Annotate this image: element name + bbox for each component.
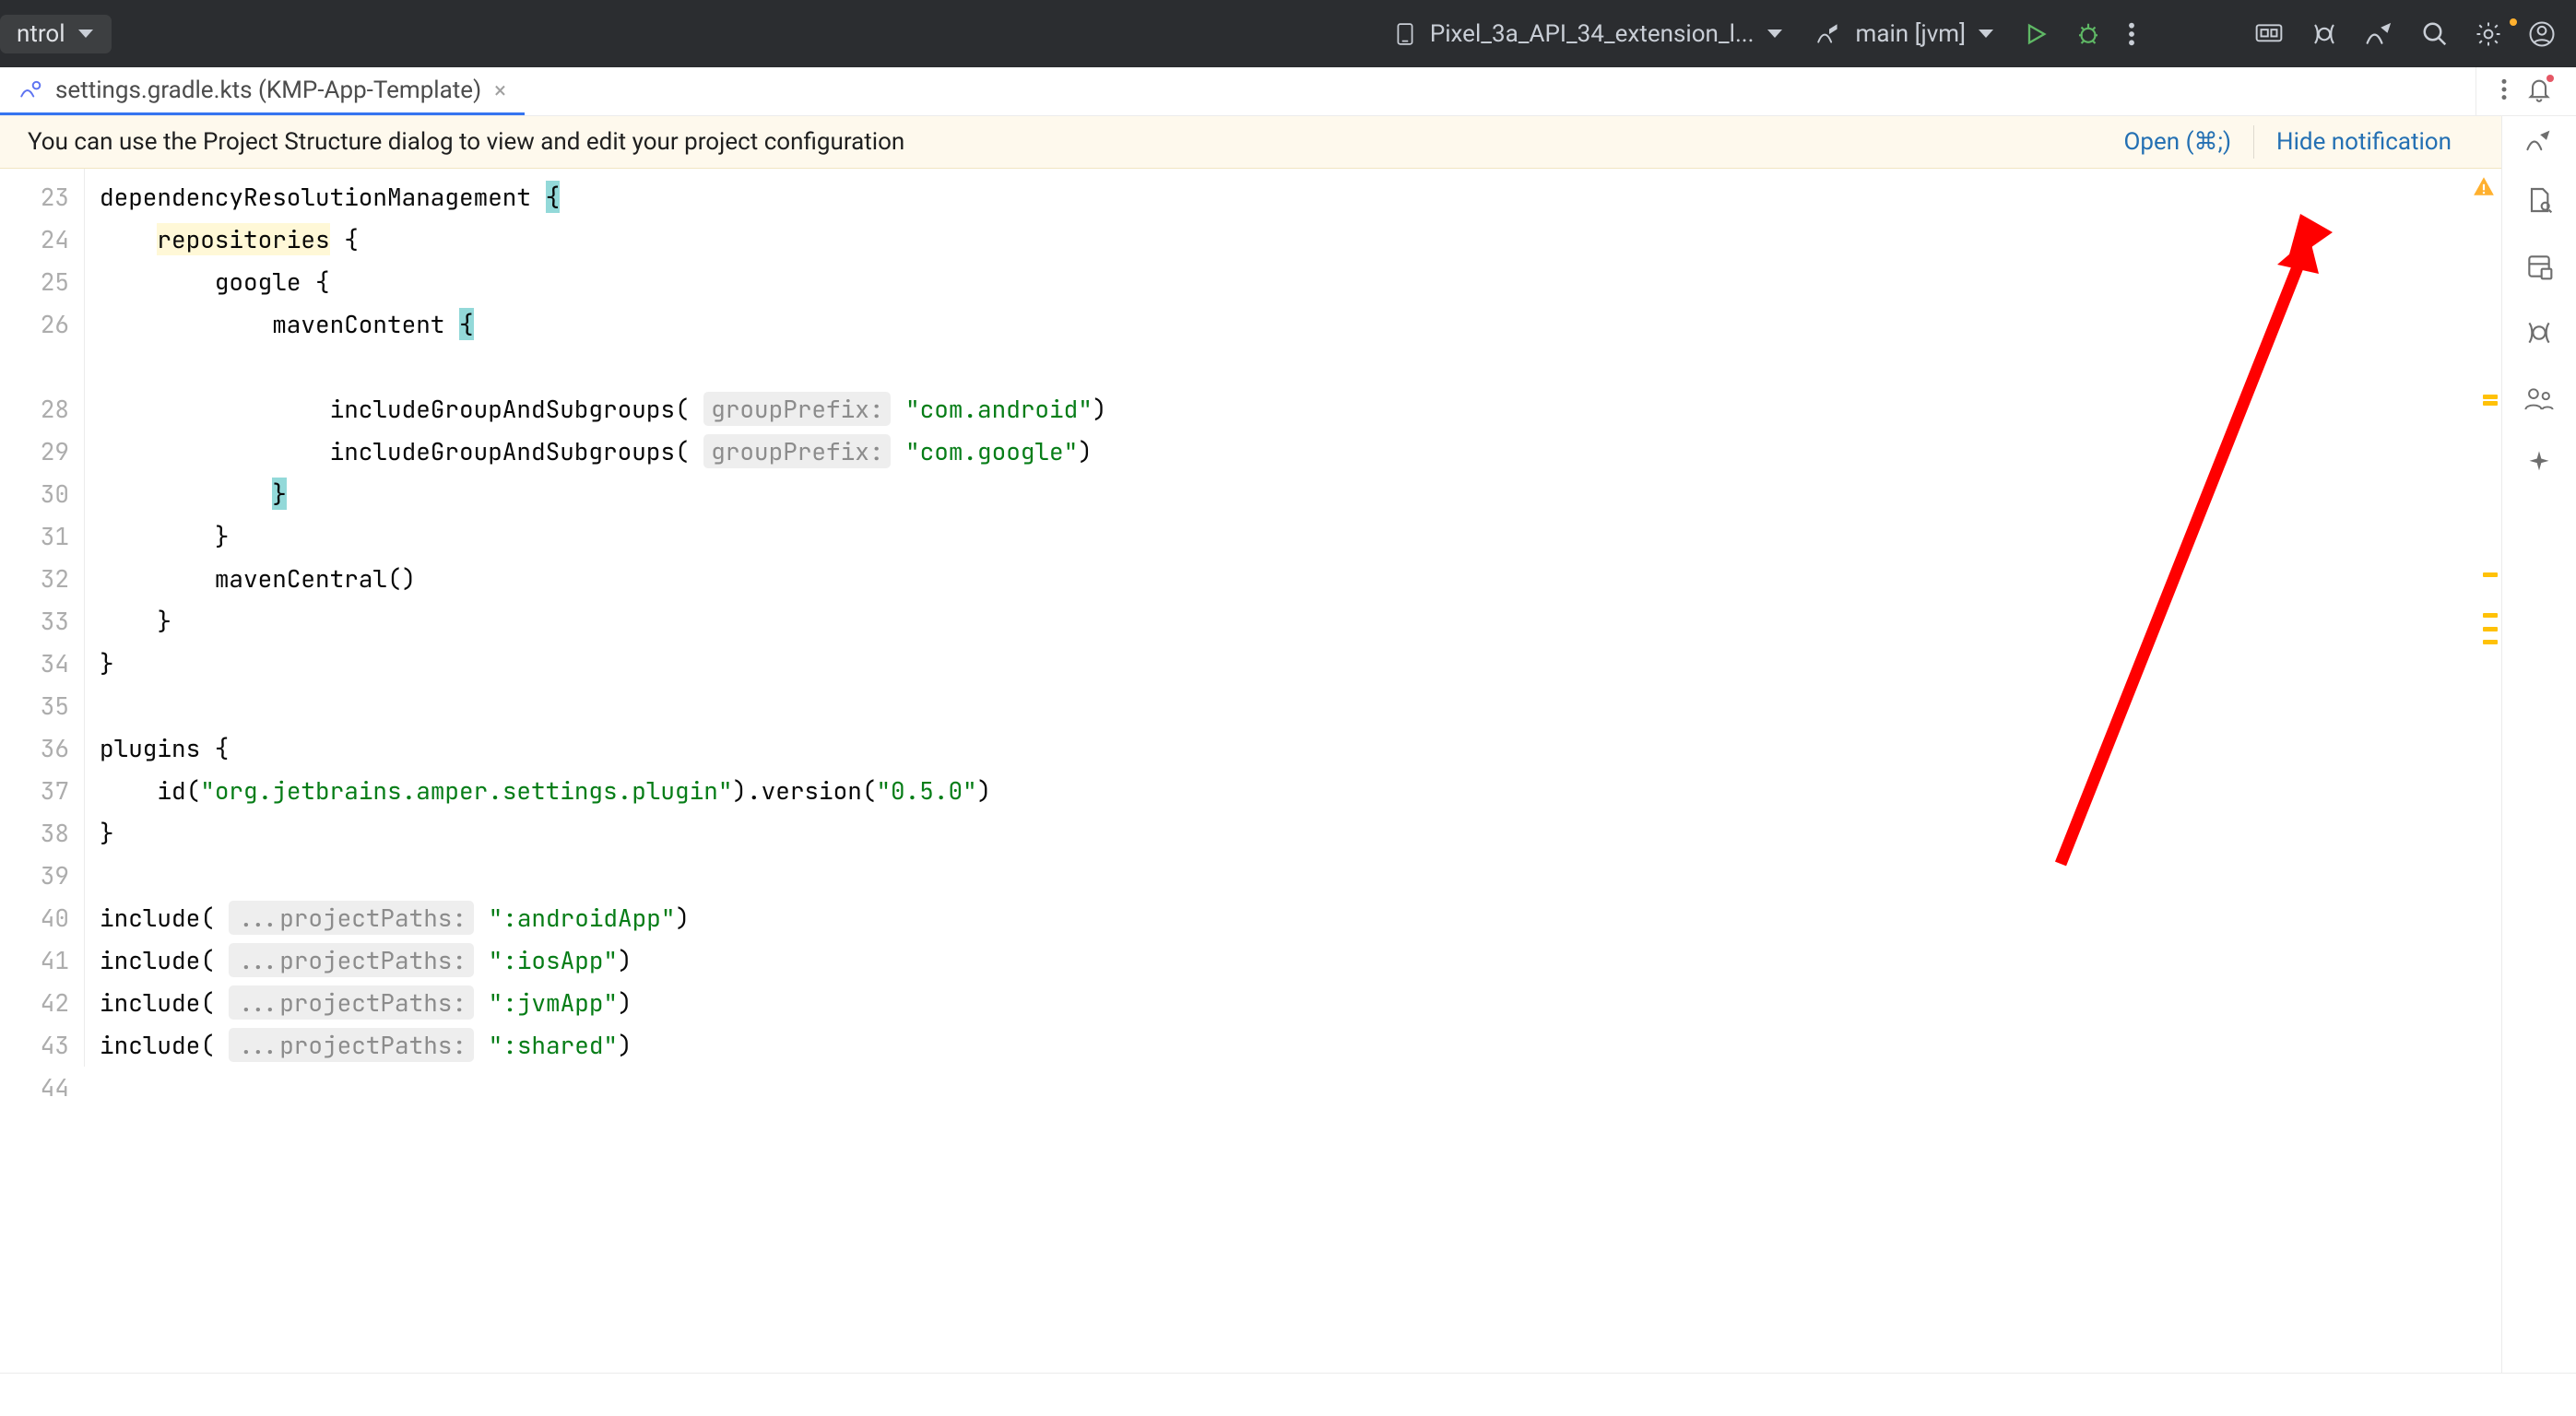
account-button[interactable] <box>2515 20 2576 48</box>
user-icon <box>2528 20 2556 48</box>
code-content: dependencyResolutionManagement { reposit… <box>85 169 2501 1067</box>
debug-tool-icon <box>2524 318 2554 348</box>
right-tool-structure[interactable] <box>2524 252 2554 285</box>
error-stripe[interactable] <box>2477 169 2501 1067</box>
right-tool-column <box>2501 169 2576 1373</box>
project-structure-notification: You can use the Project Structure dialog… <box>0 116 2501 169</box>
right-tool-assistant[interactable] <box>2524 128 2554 158</box>
chevron-down-icon <box>1767 30 1782 38</box>
tab-more-button[interactable] <box>2500 77 2508 105</box>
bug-icon <box>2074 20 2102 48</box>
code-with-me-button[interactable] <box>2240 20 2298 48</box>
device-selector[interactable]: Pixel_3a_API_34_extension_l... <box>1377 20 1799 48</box>
version-control-button[interactable]: ntrol <box>0 15 112 53</box>
open-project-structure-link[interactable]: Open (⌘;) <box>2102 128 2254 156</box>
run-button[interactable] <box>2010 21 2062 47</box>
run-config-selector[interactable]: main [jvm] <box>1799 20 2010 48</box>
debug-button[interactable] <box>2062 20 2115 48</box>
more-vert-icon <box>2128 21 2135 47</box>
more-vert-icon <box>2500 77 2508 101</box>
right-tool-collab[interactable] <box>2523 384 2555 416</box>
chevron-down-icon <box>78 30 93 38</box>
notifications-button[interactable] <box>2526 77 2552 106</box>
vc-label: ntrol <box>17 20 65 48</box>
notification-message: You can use the Project Structure dialog… <box>28 128 2102 156</box>
file-search-icon <box>2524 185 2554 215</box>
gradle-file-icon <box>18 78 42 102</box>
gutter: 2324252628293031323334353637383940414243… <box>0 169 84 1109</box>
close-tab-button[interactable]: × <box>494 79 506 101</box>
assistant-icon <box>2364 20 2395 48</box>
title-bar: ntrol Pixel_3a_API_34_extension_l... mai… <box>0 0 2576 67</box>
kotlin-icon <box>1815 22 1843 46</box>
right-tool-spark[interactable] <box>2526 449 2552 478</box>
device-icon <box>1393 22 1417 46</box>
assistant-icon <box>2524 128 2554 154</box>
play-icon <box>2023 21 2049 47</box>
more-actions-button[interactable] <box>2115 21 2148 47</box>
updates-button[interactable] <box>2298 20 2351 48</box>
ai-assistant-button[interactable] <box>2351 20 2408 48</box>
tab-filename: settings.gradle.kts (KMP-App-Template) <box>55 77 481 104</box>
right-tool-files[interactable] <box>2524 185 2554 218</box>
search-icon <box>2421 20 2449 48</box>
people-icon <box>2523 384 2555 412</box>
settings-button[interactable] <box>2462 20 2515 48</box>
device-name: Pixel_3a_API_34_extension_l... <box>1430 20 1755 48</box>
chevron-down-icon <box>1979 30 1993 38</box>
right-tool-debug[interactable] <box>2524 318 2554 351</box>
editor-tab[interactable]: settings.gradle.kts (KMP-App-Template) × <box>0 67 525 115</box>
code-with-me-icon <box>2253 20 2285 48</box>
sparkle-icon <box>2526 449 2552 475</box>
search-button[interactable] <box>2408 20 2462 48</box>
code-editor[interactable]: 2324252628293031323334353637383940414243… <box>0 169 2501 1373</box>
hide-notification-link[interactable]: Hide notification <box>2254 128 2474 156</box>
gear-icon <box>2475 20 2502 48</box>
status-bar <box>0 1373 2576 1416</box>
run-config-name: main [jvm] <box>1856 20 1966 48</box>
bug-outline-icon <box>2310 20 2338 48</box>
structure-icon <box>2524 252 2554 281</box>
